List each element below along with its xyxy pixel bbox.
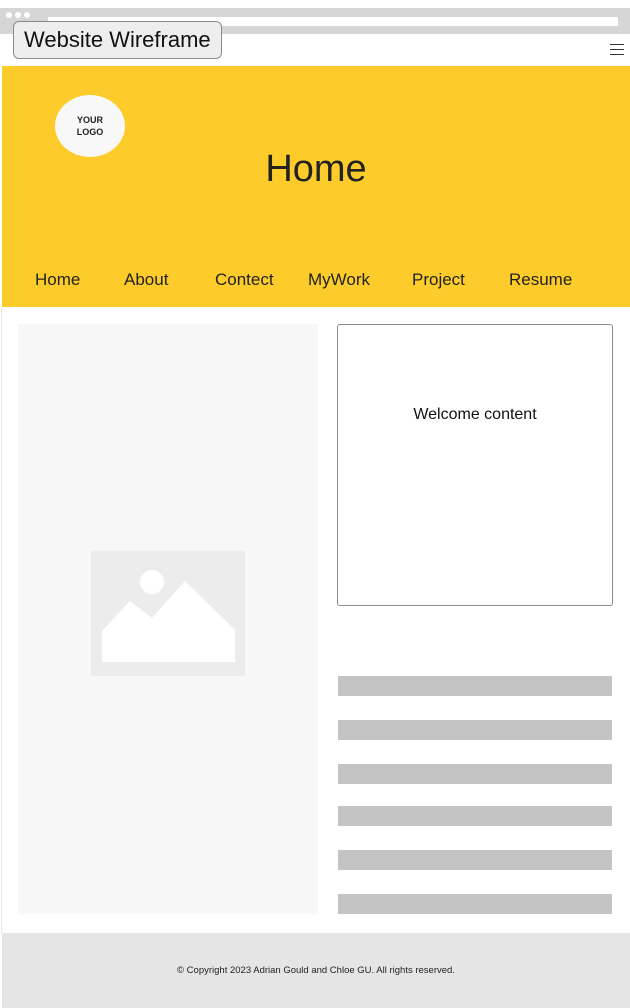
footer: © Copyright 2023 Adrian Gould and Chloe … (2, 933, 630, 1008)
text-placeholder-line (338, 806, 612, 826)
text-placeholder-line (338, 720, 612, 740)
text-placeholder-line (338, 764, 612, 784)
text-placeholder-line (338, 894, 612, 914)
hamburger-menu-icon[interactable] (610, 44, 624, 56)
nav-item-resume[interactable]: Resume (509, 270, 572, 290)
nav-item-home[interactable]: Home (35, 270, 80, 290)
image-placeholder-icon (91, 551, 245, 676)
window-controls (6, 12, 30, 18)
welcome-text: Welcome content (413, 406, 537, 423)
nav-item-contect[interactable]: Contect (215, 270, 274, 290)
text-placeholder-line (338, 676, 612, 696)
nav-item-about[interactable]: About (124, 270, 168, 290)
page-title-text: Home (265, 148, 367, 190)
welcome-box: Welcome content (337, 324, 613, 606)
text-placeholder-line (338, 850, 612, 870)
nav-item-project[interactable]: Project (412, 270, 465, 290)
menu-icon-line (610, 49, 624, 50)
menu-icon-line (610, 44, 624, 45)
copyright-text: © Copyright 2023 Adrian Gould and Chloe … (177, 965, 455, 976)
window-dot (24, 12, 30, 18)
frame-title: Website Wireframe (13, 21, 222, 59)
menu-icon-line (610, 54, 624, 55)
page-title: Home (2, 148, 630, 191)
divider (1, 307, 2, 933)
window-dot (15, 12, 21, 18)
nav-item-mywork[interactable]: MyWork (308, 270, 370, 290)
header: YOUR LOGO Home Home About Contect MyWork… (2, 66, 630, 307)
main-nav: Home About Contect MyWork Project Resume (2, 270, 630, 294)
window-dot (6, 12, 12, 18)
hero-image-panel (18, 324, 318, 914)
